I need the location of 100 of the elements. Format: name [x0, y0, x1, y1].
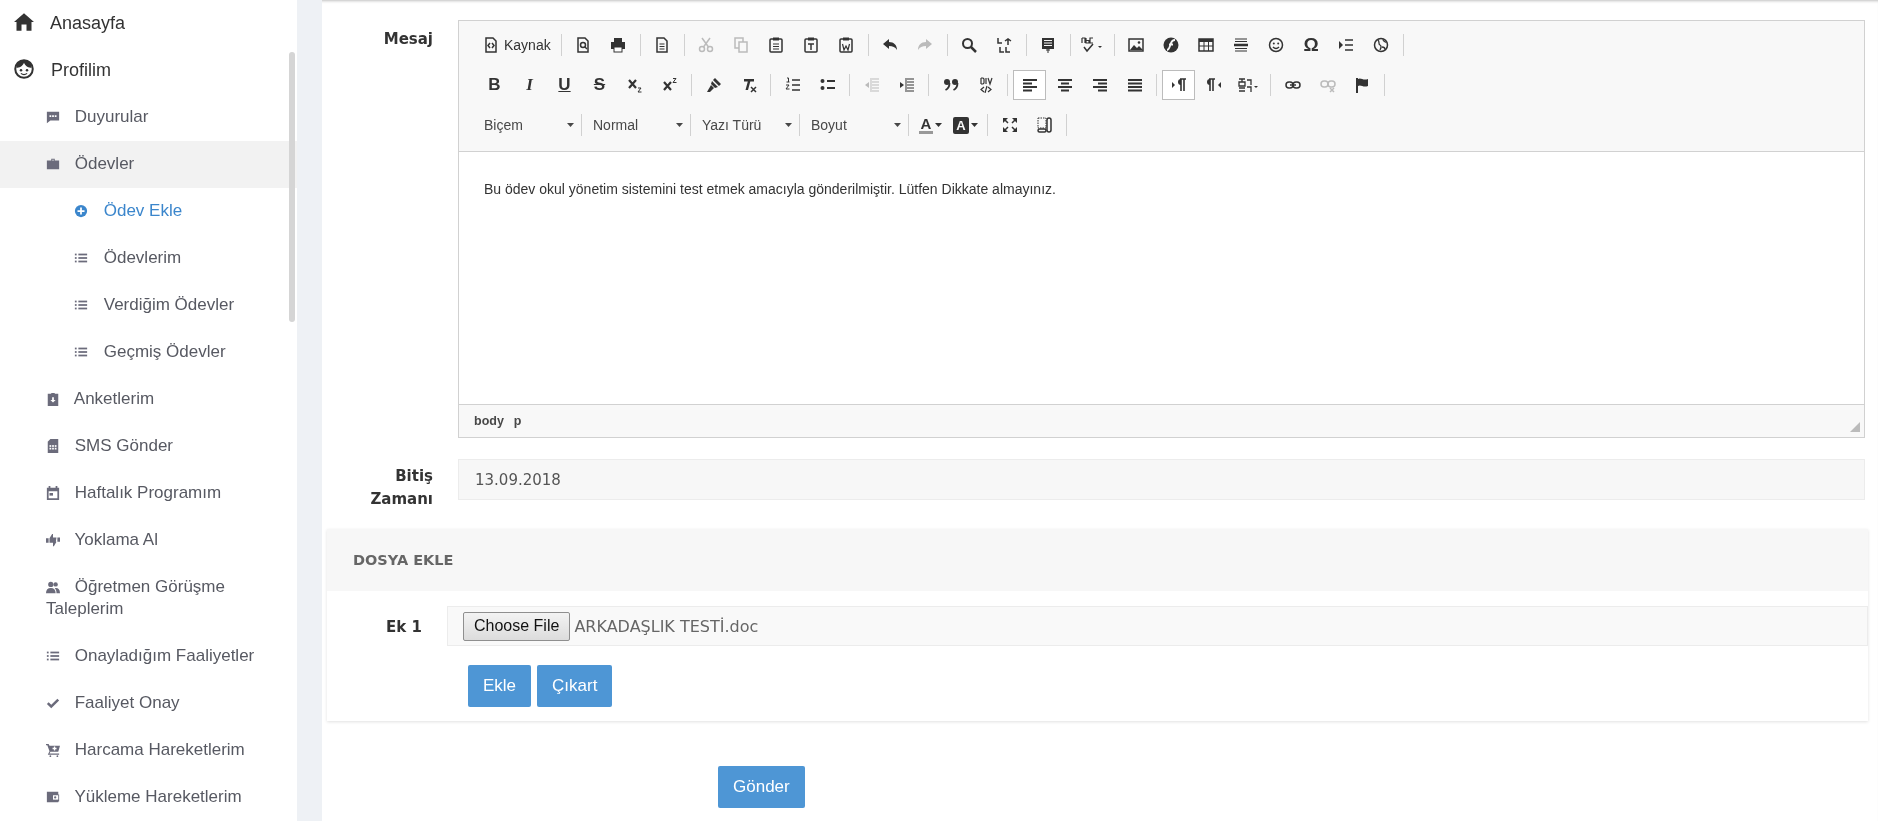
clipboard-icon	[803, 37, 820, 53]
sidebar-item[interactable]: Haftalık Programım	[0, 470, 297, 517]
sidebar-item[interactable]: Ödevler	[0, 141, 297, 188]
table-icon	[1198, 37, 1215, 53]
people-icon	[46, 580, 60, 594]
subscript-icon	[626, 77, 643, 93]
sidebar-item[interactable]: Ödevlerim	[0, 235, 297, 282]
list-icon	[46, 649, 60, 663]
printer-icon	[610, 37, 627, 53]
dropdown[interactable]: Normal	[586, 112, 686, 138]
globe-icon	[1373, 37, 1390, 53]
toolbar-button[interactable]	[1162, 70, 1195, 100]
toolbar-button[interactable]: I	[513, 70, 546, 100]
clipboard-icon	[768, 37, 785, 53]
field-label: Ek 1	[385, 617, 423, 638]
dropdown[interactable]: Boyut	[804, 112, 904, 138]
replace-icon	[996, 37, 1013, 53]
align-center-icon	[1056, 77, 1073, 93]
path-link[interactable]: body	[474, 414, 504, 428]
plus-circle-icon	[74, 204, 88, 218]
list-icon	[74, 251, 88, 265]
text-direction-icon	[1205, 77, 1222, 93]
text-direction-icon	[1170, 77, 1187, 93]
caret-icon	[970, 123, 978, 127]
dropdown[interactable]: Yazı Türü	[695, 112, 795, 138]
spellcheck-icon	[1081, 37, 1104, 53]
sidebar-item[interactable]: Faaliyet Onay	[0, 680, 297, 727]
chip-card-icon	[46, 439, 60, 453]
sidebar-item[interactable]: Anasayfa	[0, 0, 297, 47]
document-lines-icon	[1040, 37, 1057, 53]
flash-icon	[1163, 37, 1180, 53]
caret-icon	[676, 123, 683, 127]
show-blocks-icon	[1036, 117, 1053, 133]
smiley-icon	[1268, 37, 1285, 53]
list-icon	[74, 345, 88, 359]
caret-icon	[567, 123, 574, 127]
sidebar-item[interactable]: Ödev Ekle	[0, 188, 297, 235]
search-icon	[961, 37, 978, 53]
sidebar-item[interactable]: Verdiğim Ödevler	[0, 282, 297, 329]
field-label: Mesaj	[382, 29, 434, 50]
toolbar-button[interactable]: A	[949, 110, 982, 140]
message-icon	[46, 110, 60, 124]
language-icon	[1237, 77, 1260, 93]
toolbar-button[interactable]: B	[478, 70, 511, 100]
toolbar-button[interactable]: A	[914, 110, 947, 140]
choose-file-button[interactable]: Choose File	[463, 611, 571, 641]
panel-title: DOSYA EKLE	[353, 552, 454, 568]
sidebar-item[interactable]: Geçmiş Ödevler	[0, 329, 297, 376]
toolbar-button[interactable]: Ω	[1294, 30, 1328, 60]
div-container-icon	[977, 77, 994, 93]
clipboard-icon	[838, 37, 855, 53]
sidebar-item[interactable]: Profilim	[0, 47, 297, 94]
toolbar-button[interactable]	[1013, 70, 1046, 100]
unlink-icon	[1319, 77, 1336, 93]
sidebar-item[interactable]: Harcama Hareketlerim	[0, 727, 297, 774]
resize-grip[interactable]	[1850, 422, 1860, 432]
align-right-icon	[1091, 77, 1108, 93]
copy-icon	[733, 37, 750, 53]
superscript-icon	[661, 77, 678, 93]
sidebar-item[interactable]: Yükleme Hareketlerim	[0, 774, 297, 821]
face-icon	[14, 59, 34, 79]
home-icon	[14, 12, 34, 32]
document-icon	[654, 37, 671, 53]
justify-icon	[1126, 77, 1143, 93]
cart-icon	[46, 743, 60, 757]
caret-icon	[894, 123, 901, 127]
quote-icon	[942, 77, 959, 93]
outdent-icon	[863, 77, 880, 93]
sidebar-item[interactable]: Duyurular	[0, 94, 297, 141]
sidebar-item[interactable]: Öğretmen Görüşme Taleplerim	[0, 564, 297, 633]
sidebar-item[interactable]: Anketlerim	[0, 376, 297, 423]
scrollbar-thumb[interactable]	[289, 52, 295, 322]
sidebar-item[interactable]: Yoklama Al	[0, 517, 297, 564]
field-label: Bitiş Zamanı	[369, 466, 434, 510]
sidebar-item[interactable]: SMS Gönder	[0, 423, 297, 470]
sidebar-item[interactable]: Onayladığım Faaliyetler	[0, 633, 297, 680]
caret-icon	[935, 123, 943, 127]
flag-icon	[1354, 77, 1371, 93]
toolbar-button[interactable]: Kaynak	[478, 30, 556, 60]
paintbrush-icon	[705, 77, 722, 93]
file-field[interactable]: Choose File ARKADAŞLIK TESTİ.doc	[447, 606, 1868, 646]
wallet-icon	[46, 790, 60, 804]
list-icon	[74, 298, 88, 312]
calendar-icon	[46, 486, 60, 500]
path-link[interactable]: p	[513, 414, 522, 428]
preview-icon	[575, 37, 592, 53]
toolbar-button[interactable]: S	[583, 70, 616, 100]
dropdown[interactable]: Biçem	[477, 112, 577, 138]
bulleted-list-icon	[819, 77, 836, 93]
date-field[interactable]: 13.09.2018	[458, 459, 1865, 500]
briefcase-icon	[46, 157, 60, 171]
align-left-icon	[1021, 77, 1038, 93]
source-icon	[483, 37, 499, 53]
numbered-list-icon	[784, 77, 801, 93]
clipboard-icon	[46, 392, 60, 406]
check-icon	[46, 696, 60, 710]
toolbar-button[interactable]: U	[548, 70, 581, 100]
file-name: ARKADAŞLIK TESTİ.doc	[574, 616, 759, 636]
page-break-icon	[1338, 37, 1355, 53]
maximize-icon	[1001, 117, 1018, 133]
